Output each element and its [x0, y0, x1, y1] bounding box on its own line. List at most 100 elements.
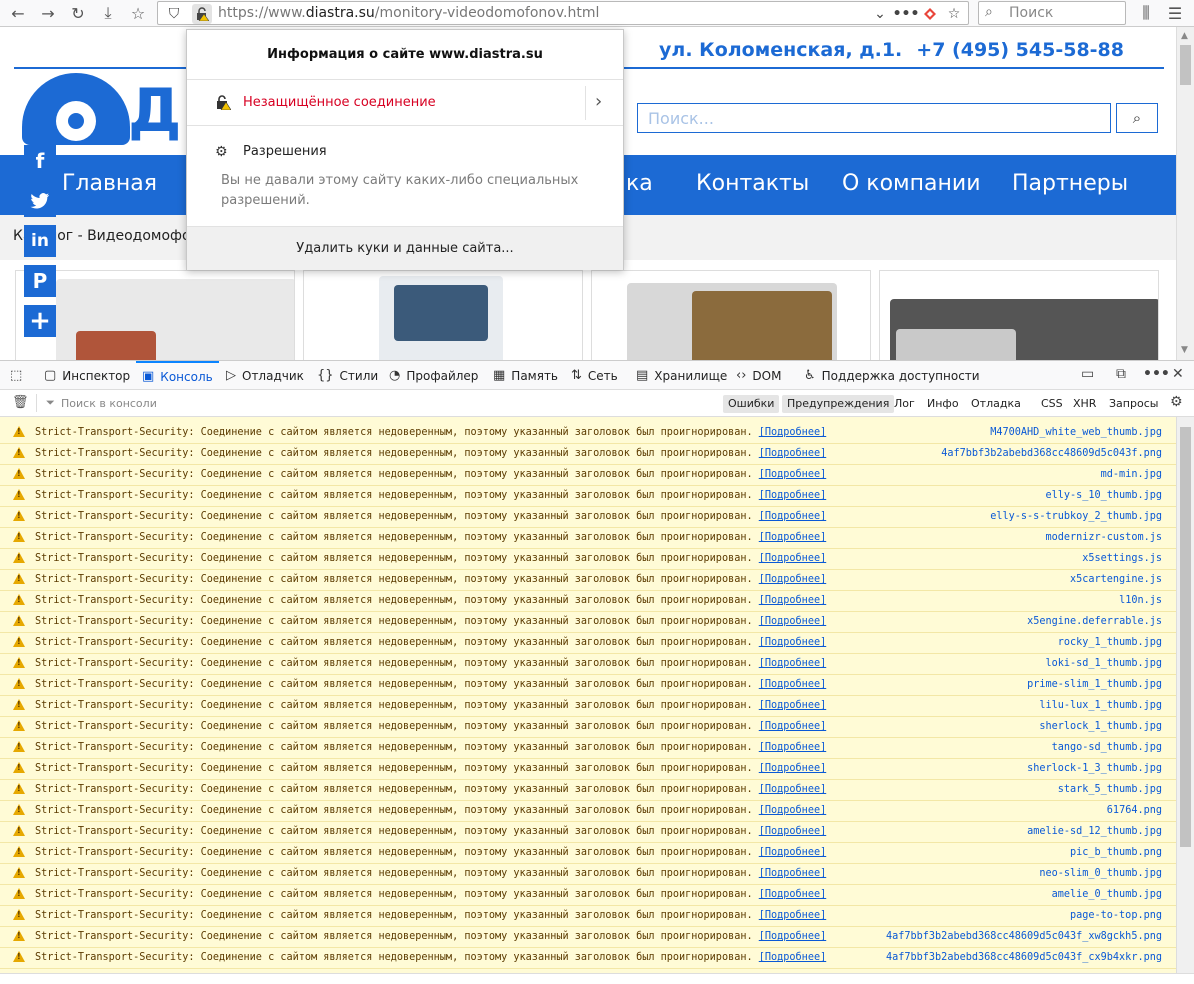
learn-more-link[interactable]: [Подробнее]: [759, 532, 826, 543]
library-icon[interactable]: ⫼: [1134, 2, 1158, 24]
element-picker-icon[interactable]: ⬚: [10, 361, 28, 390]
learn-more-link[interactable]: [Подробнее]: [759, 427, 826, 438]
source-link[interactable]: 4af7bbf3b2abebd368cc48609d5c043f.png: [941, 448, 1162, 459]
source-link[interactable]: 61764.png: [1107, 805, 1162, 816]
filter-info[interactable]: Инфо: [922, 395, 964, 413]
learn-more-link[interactable]: [Подробнее]: [759, 721, 826, 732]
source-link[interactable]: x5cartengine.js: [1070, 574, 1162, 585]
learn-more-link[interactable]: [Подробнее]: [759, 595, 826, 606]
filter-debug[interactable]: Отладка: [966, 395, 1026, 413]
learn-more-link[interactable]: [Подробнее]: [759, 616, 826, 627]
source-link[interactable]: elly-s-s-trubkoy_2_thumb.jpg: [990, 511, 1162, 522]
source-link[interactable]: M4700AHD_white_web_thumb.jpg: [990, 427, 1162, 438]
learn-more-link[interactable]: [Подробнее]: [759, 490, 826, 501]
tab-storage[interactable]: ▤ Хранилище: [636, 361, 727, 390]
console-filter-input[interactable]: Поиск в консоли: [61, 397, 157, 410]
connection-row[interactable]: Незащищённое соединение ›: [187, 80, 623, 126]
forward-icon[interactable]: →: [36, 2, 60, 24]
source-link[interactable]: modernizr-custom.js: [1045, 532, 1162, 543]
filter-warnings[interactable]: Предупреждения: [782, 395, 895, 413]
tab-accessibility[interactable]: ♿ Поддержка доступности: [804, 361, 980, 390]
download-icon[interactable]: ⤓: [96, 2, 120, 24]
close-icon[interactable]: ✕: [1172, 366, 1184, 382]
filter-log[interactable]: Лог: [889, 395, 920, 413]
phone-number[interactable]: +7 (495) 545-58-88: [916, 39, 1124, 61]
learn-more-link[interactable]: [Подробнее]: [759, 763, 826, 774]
console-input-line[interactable]: [0, 973, 1194, 984]
tab-network[interactable]: ⇅ Сеть: [571, 361, 618, 390]
nav-item-home[interactable]: Главная: [62, 171, 157, 196]
tab-profiler[interactable]: ◔ Профайлер: [389, 361, 478, 390]
filter-css[interactable]: CSS: [1036, 395, 1068, 413]
product-card-4[interactable]: [879, 270, 1159, 360]
insecure-lock-icon[interactable]: [192, 4, 212, 24]
source-link[interactable]: page-to-top.png: [1070, 910, 1162, 921]
filter-xhr[interactable]: XHR: [1068, 395, 1101, 413]
bookmark-star-icon[interactable]: ☆: [126, 2, 150, 24]
tab-inspector[interactable]: ▢ Инспектор: [44, 361, 130, 390]
menu-icon[interactable]: ☰: [1163, 2, 1187, 24]
source-link[interactable]: prime-slim_1_thumb.jpg: [1027, 679, 1162, 690]
nav-item-partners[interactable]: Партнеры: [1012, 171, 1128, 196]
source-link[interactable]: stark_5_thumb.jpg: [1058, 784, 1162, 795]
star-icon[interactable]: ☆: [944, 4, 964, 24]
site-search-button[interactable]: ⌕: [1116, 103, 1158, 133]
source-link[interactable]: pic_b_thumb.png: [1070, 847, 1162, 858]
console-scrollbar-thumb[interactable]: [1180, 427, 1191, 847]
learn-more-link[interactable]: [Подробнее]: [759, 931, 826, 942]
nav-item-about[interactable]: О компании: [842, 171, 981, 196]
chevron-right-icon[interactable]: ›: [595, 91, 602, 112]
tab-styles[interactable]: {} Стили: [317, 361, 378, 390]
url-bar[interactable]: ⛉ https://www.diastra.su/monitory-videod…: [157, 1, 969, 25]
learn-more-link[interactable]: [Подробнее]: [759, 826, 826, 837]
split-console-icon[interactable]: ▭: [1081, 366, 1094, 382]
source-link[interactable]: amelie_0_thumb.jpg: [1052, 889, 1162, 900]
source-link[interactable]: loki-sd_1_thumb.jpg: [1045, 658, 1162, 669]
learn-more-link[interactable]: [Подробнее]: [759, 700, 826, 711]
learn-more-link[interactable]: [Подробнее]: [759, 658, 826, 669]
tab-memory[interactable]: ▦ Память: [493, 361, 558, 390]
page-actions-icon[interactable]: •••: [893, 4, 920, 24]
site-search-input[interactable]: Поиск...: [637, 103, 1111, 133]
learn-more-link[interactable]: [Подробнее]: [759, 889, 826, 900]
source-link[interactable]: tango-sd_thumb.jpg: [1052, 742, 1162, 753]
source-link[interactable]: sherlock_1_thumb.jpg: [1039, 721, 1162, 732]
source-link[interactable]: l10n.js: [1119, 595, 1162, 606]
reload-icon[interactable]: ↻: [66, 2, 90, 24]
learn-more-link[interactable]: [Подробнее]: [759, 868, 826, 879]
learn-more-link[interactable]: [Подробнее]: [759, 574, 826, 585]
page-scrollbar-thumb[interactable]: [1180, 45, 1191, 85]
console-scrollbar[interactable]: [1176, 417, 1194, 973]
learn-more-link[interactable]: [Подробнее]: [759, 847, 826, 858]
learn-more-link[interactable]: [Подробнее]: [759, 637, 826, 648]
site-logo[interactable]: ДИ: [22, 73, 232, 146]
pinterest-share-icon[interactable]: P: [24, 265, 56, 297]
twitter-share-icon[interactable]: [24, 185, 56, 217]
product-card-2[interactable]: [303, 270, 583, 360]
source-link[interactable]: md-min.jpg: [1101, 469, 1162, 480]
learn-more-link[interactable]: [Подробнее]: [759, 952, 826, 963]
learn-more-link[interactable]: [Подробнее]: [759, 742, 826, 753]
source-link[interactable]: 4af7bbf3b2abebd368cc48609d5c043f_xw8gckh…: [886, 931, 1162, 942]
more-share-icon[interactable]: +: [24, 305, 56, 337]
learn-more-link[interactable]: [Подробнее]: [759, 469, 826, 480]
page-scrollbar[interactable]: ▲ ▼: [1176, 27, 1194, 360]
extension-icon[interactable]: [920, 4, 940, 24]
back-icon[interactable]: ←: [6, 2, 30, 24]
source-link[interactable]: lilu-lux_1_thumb.jpg: [1039, 700, 1162, 711]
product-card-3[interactable]: [591, 270, 871, 360]
product-card-1[interactable]: [15, 270, 295, 360]
source-link[interactable]: x5engine.deferrable.js: [1027, 616, 1162, 627]
filter-requests[interactable]: Запросы: [1104, 395, 1163, 413]
source-link[interactable]: elly-s_10_thumb.jpg: [1045, 490, 1162, 501]
source-link[interactable]: amelie-sd_12_thumb.jpg: [1027, 826, 1162, 837]
tab-dom[interactable]: ‹› DOM: [736, 361, 781, 390]
source-link[interactable]: sherlock-1_3_thumb.jpg: [1027, 763, 1162, 774]
learn-more-link[interactable]: [Подробнее]: [759, 448, 826, 459]
tab-console[interactable]: ▣ Консоль: [136, 361, 219, 390]
learn-more-link[interactable]: [Подробнее]: [759, 784, 826, 795]
clear-cookies-button[interactable]: Удалить куки и данные сайта...: [187, 226, 623, 270]
source-link[interactable]: rocky_1_thumb.jpg: [1058, 637, 1162, 648]
source-link[interactable]: 4af7bbf3b2abebd368cc48609d5c043f_cx9b4xk…: [886, 952, 1162, 963]
trash-icon[interactable]: 🗑: [12, 395, 29, 410]
